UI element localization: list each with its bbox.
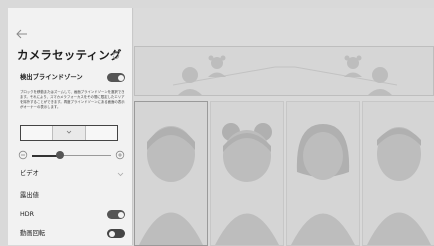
video-tile-1[interactable] bbox=[134, 101, 208, 246]
person-silhouette-left-2 bbox=[208, 55, 226, 77]
wide-view-scene bbox=[172, 55, 398, 95]
exposure-label[interactable]: 露出値 bbox=[20, 192, 39, 200]
wide-view[interactable] bbox=[134, 46, 434, 96]
zone-segment-left[interactable] bbox=[21, 126, 54, 140]
page-title: カメラセッティング bbox=[17, 48, 122, 62]
camera-preview bbox=[133, 0, 434, 246]
settings-panel: カメラセッティング 検出ブラインドゾーン ブロックを移動またはズームして、画面ブ… bbox=[8, 8, 133, 245]
video-tile-4[interactable] bbox=[362, 101, 434, 246]
toggle-knob bbox=[108, 230, 115, 237]
zoom-slider-row bbox=[18, 149, 128, 161]
person-1-icon bbox=[139, 126, 203, 245]
zoom-in-icon[interactable] bbox=[115, 150, 125, 160]
hdr-toggle[interactable] bbox=[107, 210, 125, 219]
preview-top-strip bbox=[134, 8, 434, 46]
blind-zone-toggle[interactable] bbox=[107, 73, 125, 82]
video-tile-3[interactable] bbox=[286, 101, 360, 246]
toggle-knob bbox=[117, 74, 124, 81]
person-2-icon bbox=[215, 123, 279, 245]
zoom-slider-thumb[interactable] bbox=[55, 151, 64, 159]
person-4-icon bbox=[367, 127, 431, 245]
arrow-left-icon[interactable] bbox=[16, 29, 28, 39]
blind-zone-description: ブロックを移動またはズームして、画面ブラインドゾーンを選択できます。それにより、… bbox=[20, 90, 125, 109]
video-section-toggle[interactable]: ビデオ bbox=[20, 170, 126, 180]
blind-zone-label: 検出ブラインドゾーン bbox=[20, 74, 83, 81]
reset-icon[interactable] bbox=[111, 51, 121, 61]
rotation-label: 動画回転 bbox=[20, 230, 46, 237]
chevron-down-icon bbox=[117, 172, 124, 177]
video-tile-2[interactable] bbox=[210, 101, 284, 246]
video-label: ビデオ bbox=[20, 170, 39, 177]
person-silhouette-right bbox=[344, 55, 362, 77]
toggle-knob bbox=[117, 211, 124, 218]
chevron-down-icon bbox=[66, 130, 72, 134]
person-3-icon bbox=[291, 124, 355, 245]
blind-zone-selector[interactable] bbox=[20, 125, 118, 141]
zone-segment-right[interactable] bbox=[86, 126, 117, 140]
zoom-out-icon[interactable] bbox=[18, 150, 28, 160]
rotation-toggle[interactable] bbox=[107, 229, 125, 238]
hdr-label: HDR bbox=[20, 211, 34, 218]
zone-segment-center[interactable] bbox=[53, 126, 86, 140]
